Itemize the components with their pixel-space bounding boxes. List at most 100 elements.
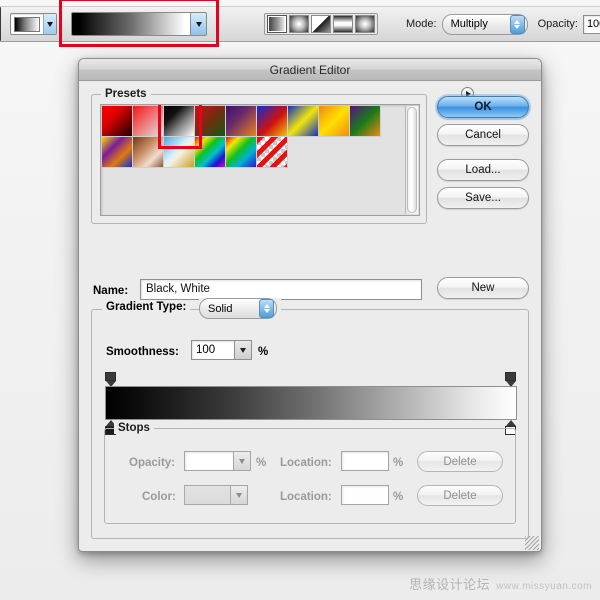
opacity-control[interactable]: 100% — [582, 14, 600, 34]
preset-swatch[interactable] — [226, 106, 257, 137]
opacity-input[interactable]: 100% — [582, 14, 600, 34]
presets-title: Presets — [101, 88, 151, 100]
blend-mode-stepper-icon[interactable] — [509, 14, 525, 34]
presets-group: Presets — [91, 87, 474, 224]
preset-swatch-fill — [226, 106, 256, 136]
stops-group: Stops Opacity: % Location: % Delete Colo… — [104, 422, 516, 524]
dialog-titlebar[interactable]: Gradient Editor — [79, 59, 541, 81]
gradient-bar-area — [105, 372, 517, 435]
stop-opacity-chevron-down-icon[interactable] — [234, 451, 251, 471]
preset-swatch-fill — [164, 137, 194, 167]
gradient-preview-swatch[interactable] — [71, 12, 191, 36]
smoothness-unit: % — [258, 346, 269, 358]
reflected-gradient-button[interactable] — [333, 15, 353, 33]
tool-preset-chevron-down-icon[interactable] — [43, 14, 56, 34]
preset-swatch-fill — [133, 106, 163, 136]
smoothness-chevron-down-icon[interactable] — [235, 340, 252, 360]
preset-swatch-fill — [257, 137, 287, 167]
gradient-type-label: Gradient Type: — [102, 301, 191, 313]
gradient-style-group — [264, 13, 378, 35]
gradient-picker-chevron-down-icon[interactable] — [191, 12, 207, 36]
preset-swatch[interactable] — [226, 137, 257, 168]
preset-swatch-fill — [102, 137, 132, 167]
watermark-url: www.missyuan.com — [496, 581, 592, 592]
stop-color-delete-button[interactable]: Delete — [417, 485, 503, 506]
watermark-text: 思缘设计论坛 — [409, 577, 491, 592]
new-button[interactable]: New — [437, 277, 529, 299]
preset-swatch[interactable] — [257, 137, 288, 168]
options-bar-grip[interactable] — [0, 7, 1, 41]
preset-swatch[interactable] — [257, 106, 288, 137]
preset-swatch[interactable] — [164, 137, 195, 168]
preset-swatch[interactable] — [319, 106, 350, 137]
stop-opacity-location-unit: % — [393, 457, 404, 469]
radial-gradient-button[interactable] — [289, 15, 309, 33]
stop-color-chevron-down-icon[interactable] — [231, 485, 248, 505]
watermark: 思缘设计论坛 www.missyuan.com — [409, 574, 592, 593]
gradient-settings-group: Gradient Type: Solid Smoothness: 100 % S… — [91, 298, 529, 539]
smoothness-label: Smoothness: — [106, 346, 179, 358]
preset-swatch[interactable] — [164, 106, 195, 137]
diamond-gradient-button[interactable] — [355, 15, 375, 33]
stop-opacity-unit: % — [256, 457, 267, 469]
preset-swatch-fill — [257, 106, 287, 136]
preset-swatch[interactable] — [288, 106, 319, 137]
stops-title: Stops — [114, 422, 154, 434]
stop-color-location-label: Location: — [280, 491, 332, 503]
preset-swatch-fill — [133, 137, 163, 167]
gradient-type-stepper-icon[interactable] — [259, 299, 274, 318]
dialog-body: Presets OK Cancel Load... Save... New Na… — [79, 81, 541, 551]
dialog-resize-grip[interactable] — [525, 536, 539, 550]
stop-color-location-input[interactable] — [341, 485, 389, 505]
cancel-button[interactable]: Cancel — [437, 124, 529, 146]
stop-color-swatch[interactable] — [184, 485, 231, 505]
gradient-editor-dialog: Gradient Editor Presets OK Cancel Load..… — [78, 58, 542, 552]
stop-opacity-label: Opacity: — [129, 457, 176, 469]
save-button[interactable]: Save... — [437, 187, 529, 209]
dialog-title: Gradient Editor — [269, 62, 351, 77]
preset-swatch-fill — [226, 137, 256, 167]
preset-swatch[interactable] — [195, 137, 226, 168]
preset-swatch[interactable] — [133, 106, 164, 137]
blend-mode-select[interactable]: Multiply — [441, 13, 528, 35]
presets-scrollbar[interactable] — [405, 106, 418, 214]
preset-swatch[interactable] — [350, 106, 381, 137]
stop-color-location-unit: % — [393, 491, 404, 503]
name-input[interactable]: Black, White — [140, 279, 422, 300]
preset-swatch-fill — [102, 106, 132, 136]
gradient-type-value: Solid — [208, 302, 233, 315]
stop-opacity-location-input[interactable] — [341, 451, 389, 471]
presets-panel[interactable] — [100, 104, 420, 216]
preset-swatch-fill — [195, 106, 225, 136]
gradient-picker[interactable] — [59, 0, 219, 47]
load-button[interactable]: Load... — [437, 159, 529, 181]
presets-grid — [102, 106, 381, 168]
mode-label: Mode: — [406, 18, 437, 30]
preset-swatch-fill — [195, 137, 225, 167]
preset-swatch[interactable] — [195, 106, 226, 137]
ok-button[interactable]: OK — [437, 96, 529, 118]
scrollbar-thumb[interactable] — [407, 107, 417, 213]
blend-mode-value: Multiply — [450, 18, 488, 30]
opacity-stop-right[interactable] — [505, 372, 516, 387]
preset-swatch-fill — [164, 106, 194, 136]
stop-color-label: Color: — [142, 491, 176, 503]
gradient-bar[interactable] — [105, 386, 517, 420]
stop-opacity-location-label: Location: — [280, 457, 332, 469]
tool-preset-picker[interactable] — [10, 13, 57, 35]
opacity-stop-left[interactable] — [105, 372, 116, 387]
preset-swatch[interactable] — [102, 106, 133, 137]
preset-swatch[interactable] — [102, 137, 133, 168]
gradient-type-select-wrap: Solid — [199, 298, 281, 319]
gradient-type-select[interactable]: Solid — [199, 298, 277, 319]
linear-gradient-button[interactable] — [267, 15, 287, 33]
gradient-tool-options-bar: Mode: Multiply Opacity: 100% Reverse — [0, 0, 600, 47]
stop-opacity-input[interactable] — [184, 451, 234, 471]
angle-gradient-button[interactable] — [311, 15, 331, 33]
smoothness-input[interactable]: 100 — [191, 340, 235, 360]
preset-swatch-fill — [319, 106, 349, 136]
preset-swatch-fill — [288, 106, 318, 136]
preset-swatch-fill — [350, 106, 380, 136]
stop-opacity-delete-button[interactable]: Delete — [417, 451, 503, 472]
preset-swatch[interactable] — [133, 137, 164, 168]
